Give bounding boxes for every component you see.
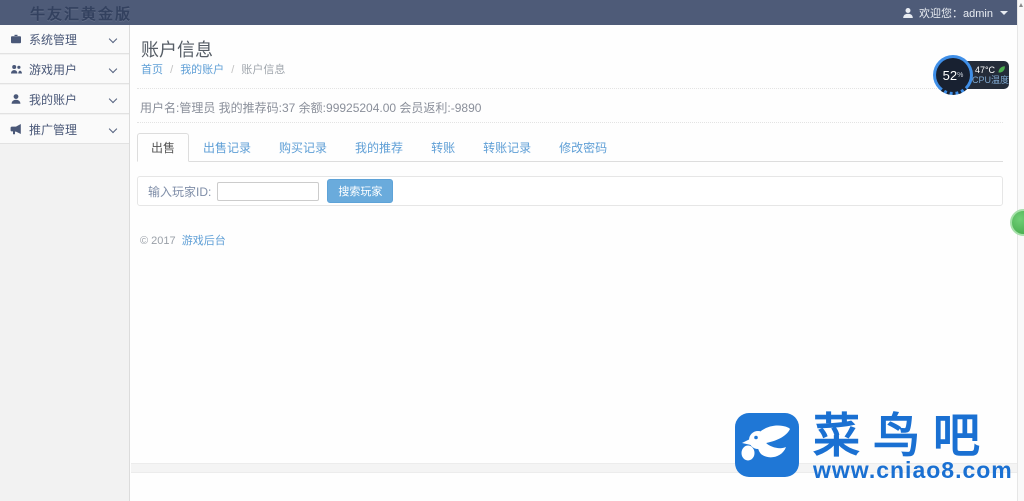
tab-sell-records[interactable]: 出售记录 (189, 133, 265, 162)
vertical-scrollbar[interactable] (1017, 0, 1024, 501)
admin-page: 牛友汇黄金版 欢迎您：admin 系统管理 游戏用户 我的账户 推广管理 账户信… (0, 0, 1024, 501)
search-player-button[interactable]: 搜索玩家 (327, 179, 394, 203)
briefcase-icon (11, 34, 21, 44)
cpu-usage-unit: % (957, 71, 964, 79)
watermark: 菜鸟吧 www.cniao8.com (735, 405, 1020, 495)
player-id-label: 输入玩家ID: (148, 184, 212, 199)
bullhorn-icon (10, 124, 21, 135)
breadcrumb-home[interactable]: 首页 (141, 64, 163, 76)
cpu-usage-gauge: 52 % (933, 55, 973, 95)
breadcrumb-separator: / (231, 64, 235, 76)
chevron-down-icon (108, 124, 118, 134)
player-id-input[interactable] (217, 181, 320, 201)
tab-my-referrals[interactable]: 我的推荐 (341, 133, 417, 162)
breadcrumb-my-account[interactable]: 我的账户 (180, 64, 224, 76)
sidebar-item-label: 推广管理 (29, 122, 78, 137)
divider (137, 88, 1003, 89)
welcome-text: 欢迎您：admin (919, 7, 993, 20)
breadcrumb: 首页 / 我的账户 / 账户信息 (141, 61, 285, 77)
tab-buy-records[interactable]: 购买记录 (265, 133, 341, 162)
chevron-down-icon (108, 94, 118, 104)
user-menu[interactable]: 欢迎您：admin (902, 0, 1008, 25)
sidebar-item-label: 我的账户 (29, 92, 78, 107)
page-title: 账户信息 (141, 40, 213, 60)
sidebar-item-label: 游戏用户 (29, 62, 78, 77)
sidebar-item-promotion[interactable]: 推广管理 (0, 115, 129, 144)
users-icon (11, 65, 22, 74)
account-tabs: 出售 出售记录 购买记录 我的推荐 转账 转账记录 修改密码 (137, 133, 1003, 162)
backend-link[interactable]: 游戏后台 (182, 235, 226, 247)
sidebar-item-game-users[interactable]: 游戏用户 (0, 55, 129, 84)
tab-transfer-records[interactable]: 转账记录 (469, 133, 545, 162)
breadcrumb-current: 账户信息 (241, 64, 286, 76)
watermark-url: www.cniao8.com (813, 457, 1013, 483)
sidebar-item-system[interactable]: 系统管理 (0, 25, 129, 54)
tab-transfer[interactable]: 转账 (417, 133, 469, 162)
sidebar: 系统管理 游戏用户 我的账户 推广管理 (0, 25, 130, 501)
watermark-title: 菜鸟吧 (813, 409, 993, 462)
chevron-down-icon (108, 64, 118, 74)
tab-sell[interactable]: 出售 (137, 133, 190, 162)
account-summary: 用户名:管理员 我的推荐码:37 余额:99925204.00 会员返利:-98… (140, 101, 482, 115)
caret-down-icon (1000, 10, 1008, 15)
scroll-up-arrow-icon[interactable] (1019, 3, 1023, 7)
tab-change-password[interactable]: 修改密码 (545, 133, 621, 162)
breadcrumb-separator: / (170, 64, 174, 76)
top-navbar: 牛友汇黄金版 欢迎您：admin (0, 0, 1024, 25)
cpu-usage-value: 52 (942, 67, 958, 83)
leaf-icon (998, 66, 1005, 73)
divider (137, 122, 1003, 123)
sidebar-item-my-account[interactable]: 我的账户 (0, 85, 129, 114)
bird-logo-icon (735, 413, 799, 477)
copyright-text: © 2017 (140, 235, 176, 247)
sidebar-item-label: 系统管理 (29, 32, 78, 47)
chevron-down-icon (108, 34, 118, 44)
floating-service-badge[interactable] (1010, 209, 1024, 236)
player-search-panel: 输入玩家ID: 搜索玩家 (137, 176, 1003, 206)
footer: © 2017 游戏后台 (140, 232, 226, 248)
person-icon (903, 7, 913, 18)
cpu-temp-value: 47°C (974, 64, 996, 75)
user-icon (11, 94, 21, 104)
cpu-temp-label: CPU温度 (972, 74, 1010, 85)
brand-title: 牛友汇黄金版 (30, 6, 133, 23)
